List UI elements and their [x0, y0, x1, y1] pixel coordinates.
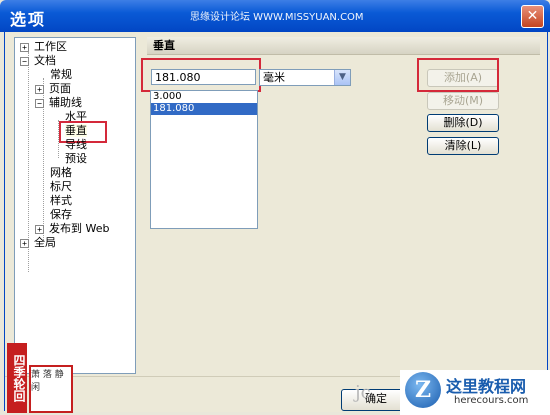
panel-title: 垂直 [147, 37, 540, 55]
collapse-icon[interactable]: − [35, 99, 44, 108]
tree-item-label: 全局 [34, 236, 56, 249]
tree-item-label: 预设 [65, 152, 87, 165]
tree-item-styles[interactable]: 样式 [50, 194, 72, 208]
collapse-icon[interactable]: − [20, 57, 29, 66]
logo-subtitle: herecours.com [454, 395, 529, 406]
tree-item-label: 页面 [49, 82, 71, 95]
watermark-text: 思缘设计论坛 WWW.MISSYUAN.COM [190, 12, 364, 23]
tree-item-presets[interactable]: 预设 [65, 152, 87, 166]
tree-item-label: 文档 [34, 54, 56, 67]
tree-item-label: 工作区 [34, 40, 67, 53]
logo-mark-icon: Z [405, 372, 441, 408]
vertical-guidelines-panel: 垂直 181.080 毫米 ▼ 3.000 181.080 添加(A) 移动(M… [141, 37, 540, 372]
tree-item-label: 保存 [50, 208, 72, 221]
unit-select[interactable]: 毫米 ▼ [259, 69, 351, 86]
tree-item-label: 辅助线 [49, 96, 82, 109]
expand-icon[interactable]: + [35, 85, 44, 94]
tree-item-save[interactable]: 保存 [50, 208, 72, 222]
move-button[interactable]: 移动(M) [427, 92, 499, 110]
list-item[interactable]: 181.080 [151, 103, 257, 115]
seal-stamp: 四季轮回 萧 落 静 闲 [4, 343, 73, 415]
tree-item-guides[interactable]: 导线 [65, 138, 87, 152]
tree-item-label: 发布到 Web [49, 222, 110, 235]
tree-item-label: 标尺 [50, 180, 72, 193]
expand-icon[interactable]: + [20, 43, 29, 52]
tree-item-rulers[interactable]: 标尺 [50, 180, 72, 194]
title-bar: 选项 思缘设计论坛 WWW.MISSYUAN.COM ✕ [0, 0, 550, 32]
tree-item-general[interactable]: 常规 [50, 68, 72, 82]
guideline-list[interactable]: 3.000 181.080 [150, 90, 258, 229]
logo-title: 这里教程网 [446, 377, 527, 396]
expand-icon[interactable]: + [20, 239, 29, 248]
seal-red-text: 四季轮回 [7, 343, 27, 413]
tree-item-label: 常规 [50, 68, 72, 81]
tree-item-grid[interactable]: 网格 [50, 166, 72, 180]
expand-icon[interactable]: + [35, 225, 44, 234]
highlight-box [417, 58, 499, 92]
tree-item-label: 网格 [50, 166, 72, 179]
corner-mark: jc [355, 382, 371, 403]
site-logo: Z 这里教程网 herecours.com [400, 370, 550, 415]
dialog-client: + 工作区 − 文档 常规 + 页面 − 辅助线 水平 垂直 导线 预设 网格 … [4, 32, 548, 412]
close-button[interactable]: ✕ [521, 5, 544, 28]
highlight-box [141, 58, 261, 92]
seal-box-text: 萧 落 静 闲 [29, 365, 73, 413]
unit-value: 毫米 [263, 71, 285, 84]
delete-button[interactable]: 删除(D) [427, 114, 499, 132]
window-title: 选项 [10, 10, 47, 29]
tree-item-label: 样式 [50, 194, 72, 207]
list-item[interactable]: 3.000 [151, 91, 257, 103]
chevron-down-icon[interactable]: ▼ [334, 70, 350, 85]
tree-item-label: 导线 [65, 138, 87, 151]
clear-button[interactable]: 清除(L) [427, 137, 499, 155]
options-tree[interactable]: + 工作区 − 文档 常规 + 页面 − 辅助线 水平 垂直 导线 预设 网格 … [14, 37, 136, 374]
